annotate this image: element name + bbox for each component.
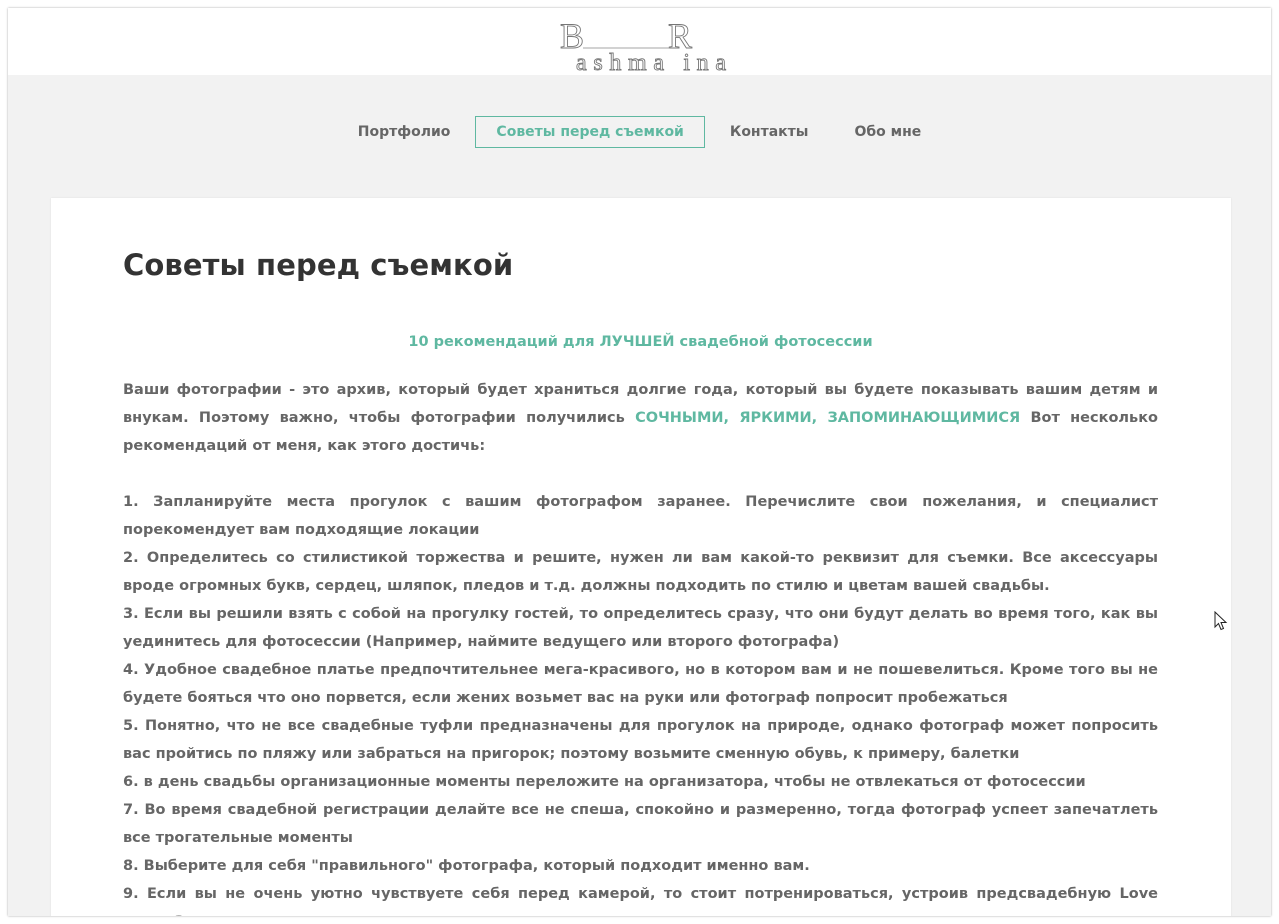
content-card: Советы перед съемкой 10 рекомендаций для…: [51, 198, 1231, 916]
tip-item-2: 2. Определитесь со стилистикой торжества…: [123, 550, 1158, 594]
page-subtitle: 10 рекомендаций для ЛУЧШЕЙ свадебной фот…: [408, 334, 873, 350]
nav-item-contacts[interactable]: Контакты: [709, 116, 830, 148]
tip-item-6: 6. в день свадьбы организационные момент…: [123, 774, 1086, 790]
tip-item-3: 3. Если вы решили взять с собой на прогу…: [123, 606, 1158, 650]
logo-text: ashma ina: [576, 50, 726, 72]
tip-item-9: 9. Если вы не очень уютно чувствуете себ…: [123, 886, 1158, 916]
browser-viewport: B R ashma ina Портфолио Советы перед съе…: [8, 8, 1271, 916]
article-body: Ваши фотографии - это архив, который буд…: [123, 376, 1158, 916]
tip-item-5: 5. Понятно, что не все свадебные туфли п…: [123, 718, 1158, 762]
site-header: B R ashma ina: [8, 8, 1271, 75]
nav-item-about[interactable]: Обо мне: [833, 116, 942, 148]
intro-paragraph: Ваши фотографии - это архив, который буд…: [123, 376, 1158, 460]
tip-item-7: 7. Во время свадебной регистрации делайт…: [123, 802, 1158, 846]
tip-item-1: 1. Запланируйте места прогулок с вашим ф…: [123, 494, 1158, 538]
site-logo[interactable]: B R ashma ina: [558, 12, 728, 72]
main-nav: Портфолио Советы перед съемкой Контакты …: [8, 116, 1271, 148]
intro-highlight: СОЧНЫМИ, ЯРКИМИ, ЗАПОМИНАЮЩИМИСЯ: [635, 410, 1021, 426]
tip-item-8: 8. Выберите для себя "правильного" фотог…: [123, 858, 810, 874]
page-title: Советы перед съемкой: [123, 248, 514, 282]
nav-item-portfolio[interactable]: Портфолио: [337, 116, 472, 148]
tip-item-4: 4. Удобное свадебное платье предпочтител…: [123, 662, 1158, 706]
mouse-cursor-icon: [1214, 611, 1228, 631]
nav-item-tips[interactable]: Советы перед съемкой: [475, 116, 705, 148]
